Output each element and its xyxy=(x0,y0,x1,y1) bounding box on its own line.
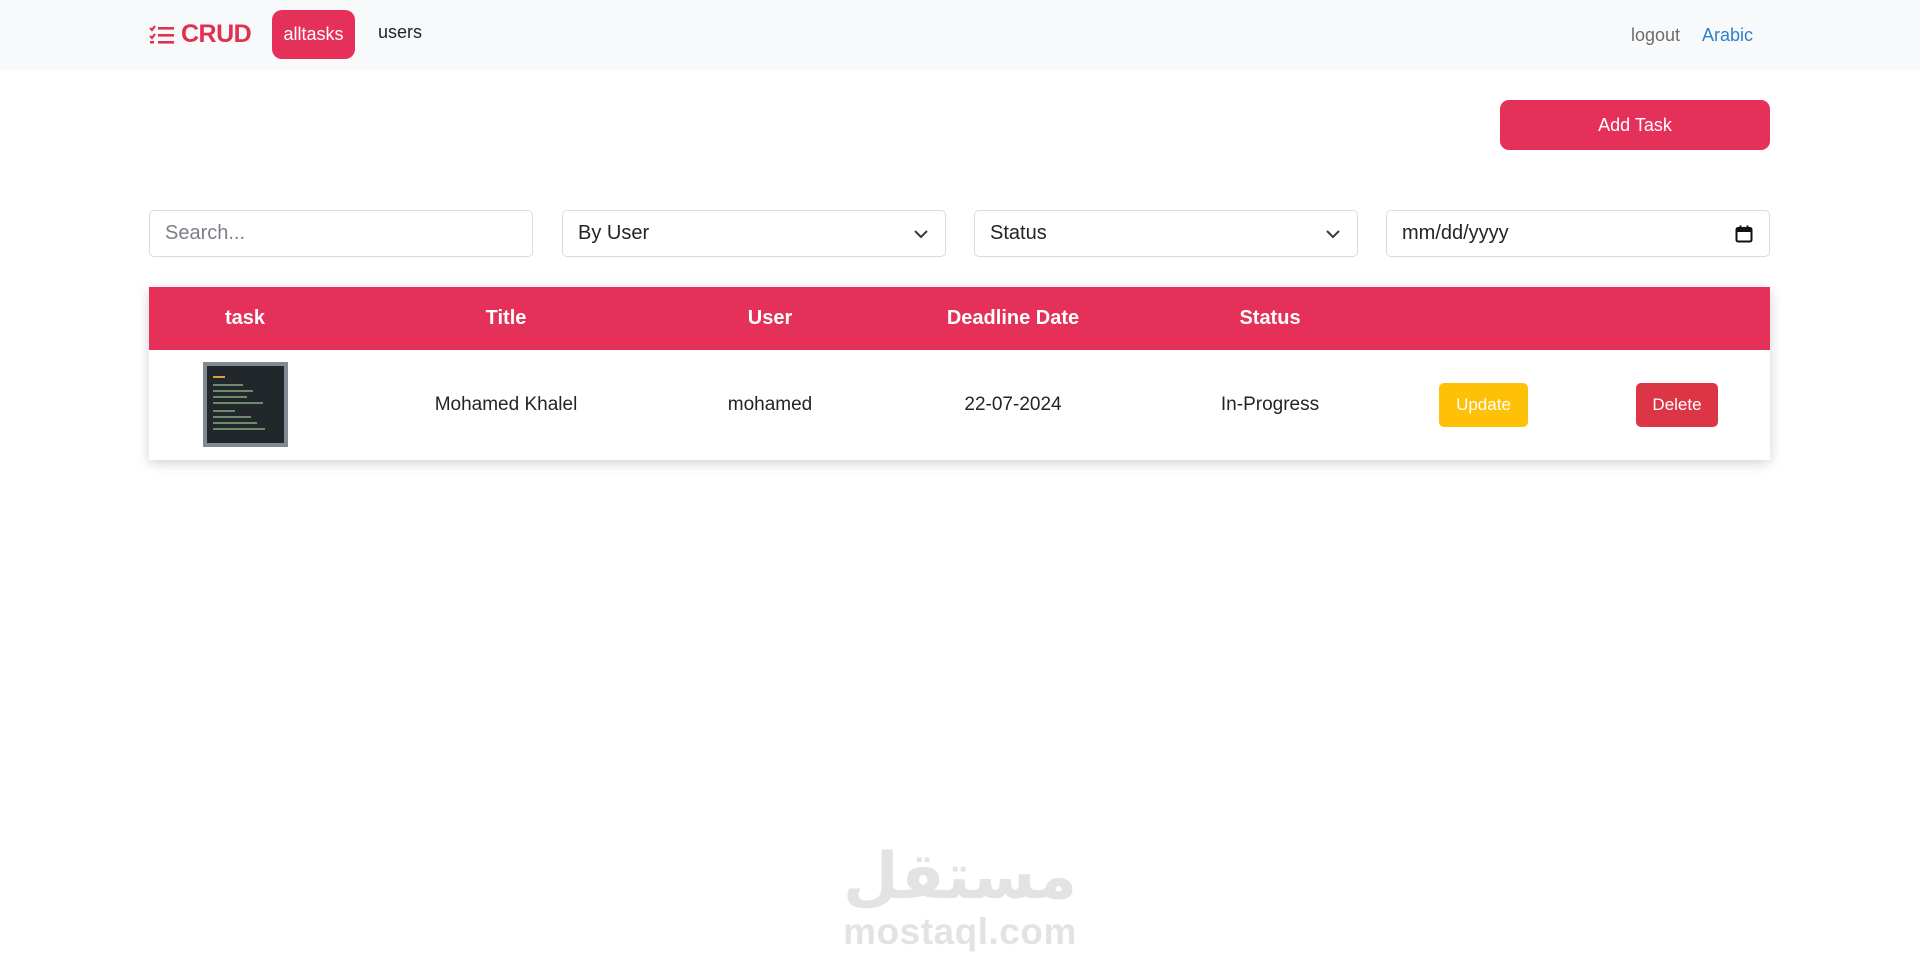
delete-button[interactable]: Delete xyxy=(1636,383,1718,427)
tab-users[interactable]: users xyxy=(378,22,422,43)
column-header-title: Title xyxy=(485,307,527,329)
update-button[interactable]: Update xyxy=(1439,383,1528,427)
language-switch-link[interactable]: Arabic xyxy=(1702,25,1753,46)
calendar-icon[interactable] xyxy=(1735,225,1753,243)
watermark-latin: mostaql.com xyxy=(843,911,1077,952)
brand-logo[interactable]: CRUD xyxy=(149,20,252,49)
chevron-down-icon xyxy=(913,229,929,239)
user-filter-select[interactable]: By User xyxy=(562,210,946,257)
chevron-down-icon xyxy=(1325,229,1341,239)
logout-link[interactable]: logout xyxy=(1631,25,1680,46)
add-task-button[interactable]: Add Task xyxy=(1500,100,1770,150)
task-user: mohamed xyxy=(727,394,813,415)
status-filter-select[interactable]: Status xyxy=(974,210,1358,257)
task-image-thumbnail xyxy=(203,362,288,447)
checklist-icon xyxy=(149,24,174,44)
search-input[interactable]: Search... xyxy=(149,210,533,257)
column-header-user: User xyxy=(747,307,793,329)
watermark: مستقل mostaql.com xyxy=(842,840,1078,952)
top-navbar: CRUD alltasks users logout Arabic xyxy=(0,0,1920,70)
task-status: In-Progress xyxy=(1220,394,1320,415)
task-title: Mohamed Khalel xyxy=(434,394,578,415)
tab-alltasks[interactable]: alltasks xyxy=(272,10,355,59)
task-deadline: 22-07-2024 xyxy=(964,394,1062,415)
status-filter-value: Status xyxy=(990,222,1047,244)
user-filter-value: By User xyxy=(578,222,650,244)
column-header-task: task xyxy=(224,307,266,329)
table-header: task Title User Deadline Date Status xyxy=(149,287,1770,350)
column-header-status: Status xyxy=(1239,307,1301,329)
brand-name: CRUD xyxy=(181,20,252,48)
deadline-date-input[interactable]: mm/dd/yyyy xyxy=(1386,210,1770,257)
tasks-table: task Title User Deadline Date Status Moh… xyxy=(149,287,1770,460)
table-row: Mohamed Khalel mohamed 22-07-2024 In-Pro… xyxy=(149,350,1770,460)
search-placeholder: Search... xyxy=(165,222,246,244)
watermark-arabic: مستقل xyxy=(842,840,1078,912)
column-header-deadline: Deadline Date xyxy=(946,307,1080,329)
date-placeholder: mm/dd/yyyy xyxy=(1402,222,1509,244)
